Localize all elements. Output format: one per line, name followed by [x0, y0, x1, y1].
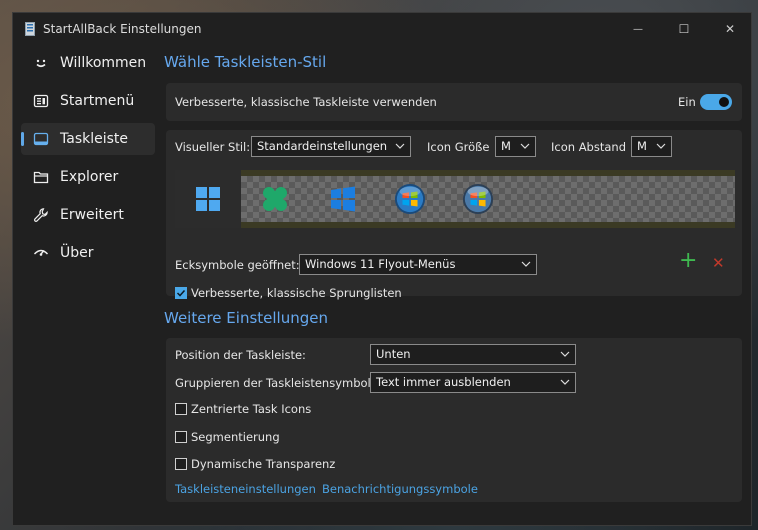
- sidebar-item-erweitert[interactable]: Erweitert: [21, 199, 155, 231]
- windows11-logo-icon[interactable]: [192, 183, 224, 215]
- chevron-down-icon: [520, 143, 530, 149]
- sidebar-item-label: Explorer: [60, 169, 119, 185]
- maximize-icon: ☐: [678, 22, 690, 36]
- chevron-down-icon: [395, 143, 405, 149]
- chevron-down-icon: [521, 261, 531, 267]
- folder-icon: [33, 169, 49, 185]
- icon-size-label: Icon Größe: [427, 140, 490, 154]
- position-select[interactable]: Unten: [370, 344, 576, 365]
- title-bar[interactable]: StartAllBack Einstellungen — ☐ ✕: [13, 13, 751, 45]
- sidebar: Willkommen Startmenü Taskleiste Explorer…: [13, 45, 163, 275]
- toggle-state-label: Ein: [678, 95, 696, 109]
- windows-vista-orb-icon[interactable]: [462, 183, 494, 215]
- sidebar-item-willkommen[interactable]: Willkommen: [21, 47, 155, 79]
- visual-style-value: Standardeinstellungen: [257, 139, 388, 153]
- centered-icons-checkbox[interactable]: [175, 403, 187, 415]
- sidebar-item-label: Taskleiste: [60, 131, 129, 147]
- sidebar-item-startmenu[interactable]: Startmenü: [21, 85, 155, 117]
- segmentation-checkbox[interactable]: [175, 431, 187, 443]
- settings-window: StartAllBack Einstellungen — ☐ ✕ Willkom…: [12, 12, 752, 526]
- sidebar-item-label: Willkommen: [60, 55, 147, 71]
- chevron-down-icon: [560, 351, 570, 357]
- transparency-checkbox[interactable]: [175, 458, 187, 470]
- close-button[interactable]: ✕: [707, 13, 751, 45]
- remove-button[interactable]: ✕: [712, 254, 725, 272]
- start-menu-icon: [33, 93, 49, 109]
- window-title: StartAllBack Einstellungen: [43, 22, 202, 36]
- visual-style-card: Visueller Stil: Standardeinstellungen Ic…: [166, 130, 742, 300]
- jumplists-label: Verbesserte, klassische Sprunglisten: [191, 286, 402, 300]
- minimize-button[interactable]: —: [615, 13, 661, 45]
- icon-spacing-value: M: [637, 139, 647, 153]
- grouping-label: Gruppieren der Taskleistensymbole:: [175, 376, 382, 390]
- chevron-down-icon: [560, 379, 570, 385]
- grouping-value: Text immer ausblenden: [376, 375, 511, 389]
- transparency-label: Dynamische Transparenz: [191, 457, 336, 471]
- sidebar-item-label: Über: [60, 245, 94, 261]
- corner-icons-select[interactable]: Windows 11 Flyout-Menüs: [299, 254, 537, 275]
- visual-style-label: Visueller Stil:: [175, 140, 251, 154]
- sidebar-item-taskleiste[interactable]: Taskleiste: [21, 123, 155, 155]
- chevron-down-icon: [656, 143, 666, 149]
- add-button[interactable]: +: [679, 248, 697, 274]
- grouping-select[interactable]: Text immer ausblenden: [370, 372, 576, 393]
- corner-icons-label: Ecksymbole geöffnet:: [175, 258, 300, 272]
- icon-size-select[interactable]: M: [495, 136, 536, 157]
- jumplists-checkbox[interactable]: [175, 287, 187, 299]
- app-icon: [25, 22, 35, 36]
- sidebar-item-label: Startmenü: [60, 93, 135, 109]
- wrench-icon: [33, 207, 49, 223]
- more-settings-heading: Weitere Einstellungen: [164, 309, 328, 327]
- smile-icon: [33, 55, 49, 71]
- maximize-button[interactable]: ☐: [661, 13, 707, 45]
- clover-logo-icon[interactable]: [259, 183, 291, 215]
- centered-icons-label: Zentrierte Task Icons: [191, 402, 312, 416]
- position-label: Position der Taskleiste:: [175, 348, 306, 362]
- taskbar-style-preview[interactable]: [175, 170, 735, 228]
- visual-style-select[interactable]: Standardeinstellungen: [251, 136, 411, 157]
- sidebar-item-label: Erweitert: [60, 207, 124, 223]
- windows10-logo-icon[interactable]: [327, 183, 359, 215]
- corner-icons-value: Windows 11 Flyout-Menüs: [305, 257, 456, 271]
- segmentation-label: Segmentierung: [191, 430, 280, 444]
- more-settings-card: Position der Taskleiste: Unten Gruppiere…: [166, 338, 742, 502]
- windows7-orb-icon[interactable]: [394, 183, 426, 215]
- taskbar-style-heading: Wähle Taskleisten-Stil: [164, 53, 327, 71]
- icon-spacing-select[interactable]: M: [631, 136, 672, 157]
- about-icon: [33, 245, 49, 261]
- enhanced-taskbar-label: Verbesserte, klassische Taskleiste verwe…: [175, 95, 437, 109]
- enhanced-taskbar-card: Verbesserte, klassische Taskleiste verwe…: [166, 83, 742, 121]
- taskbar-icon: [33, 131, 49, 147]
- sidebar-item-explorer[interactable]: Explorer: [21, 161, 155, 193]
- position-value: Unten: [376, 347, 411, 361]
- close-icon: ✕: [724, 22, 736, 36]
- icon-spacing-label: Icon Abstand: [551, 140, 626, 154]
- taskbar-settings-link[interactable]: Taskleisteneinstellungen: [175, 482, 316, 496]
- enhanced-taskbar-toggle[interactable]: [700, 94, 732, 110]
- icon-size-value: M: [501, 139, 511, 153]
- sidebar-item-uber[interactable]: Über: [21, 237, 155, 269]
- notification-icons-link[interactable]: Benachrichtigungssymbole: [322, 482, 478, 496]
- minimize-icon: —: [633, 23, 643, 35]
